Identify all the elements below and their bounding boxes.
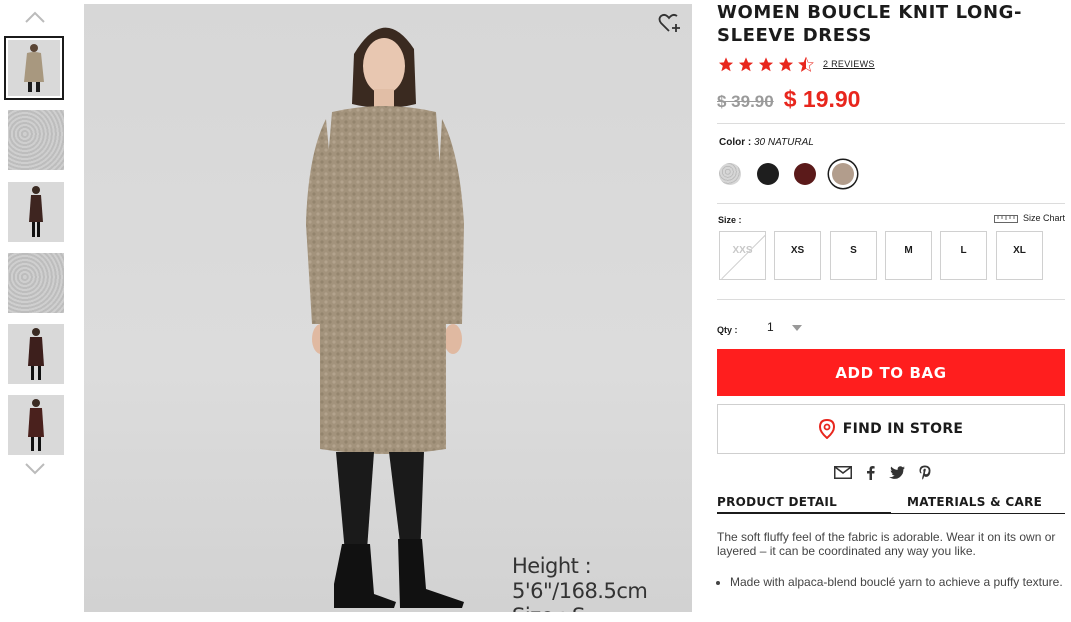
product-description: The soft fluffy feel of the fabric is ad… <box>717 530 1056 558</box>
email-share-icon[interactable] <box>834 466 852 484</box>
size-option-label: XL <box>1013 245 1026 256</box>
thumbnail-3[interactable] <box>8 182 64 242</box>
location-pin-icon <box>818 419 835 439</box>
list-item: Made with alpaca-blend bouclé yarn to ac… <box>730 575 1070 589</box>
rating-row: 2 REVIEWS <box>717 55 875 73</box>
model-size-text: Size : S <box>512 604 692 612</box>
product-info-panel: WOMEN BOUCLE KNIT LONG-SLEEVE DRESS 2 RE… <box>717 0 1065 589</box>
size-option-m[interactable]: M <box>885 231 932 280</box>
price-row: $ 39.90 $ 19.90 <box>717 86 860 113</box>
star-icon <box>738 56 754 71</box>
find-in-store-label: FIND IN STORE <box>842 421 964 437</box>
wishlist-heart-icon[interactable] <box>658 12 682 34</box>
add-to-bag-button[interactable]: ADD TO BAG <box>717 349 1065 396</box>
color-swatch-gray[interactable] <box>719 163 741 185</box>
half-star-icon <box>798 56 814 72</box>
size-option-xxs[interactable]: XXS <box>719 231 766 280</box>
star-icon <box>778 56 794 71</box>
size-option-s[interactable]: S <box>830 231 877 280</box>
color-swatch-natural[interactable] <box>832 163 854 185</box>
thumbnail-5[interactable] <box>8 324 64 384</box>
facebook-share-icon[interactable] <box>866 465 875 485</box>
pinterest-share-icon[interactable] <box>919 465 931 485</box>
main-product-image: Height : 5'6"/168.5cm Size : S <box>84 4 692 612</box>
size-option-label: L <box>960 245 967 256</box>
size-option-xs[interactable]: XS <box>774 231 821 280</box>
qty-dropdown-icon[interactable] <box>792 325 802 331</box>
chevron-down-icon[interactable] <box>24 462 46 476</box>
find-in-store-button[interactable]: FIND IN STORE <box>717 404 1065 454</box>
size-option-xl[interactable]: XL <box>996 231 1043 280</box>
selected-color-name: 30 NATURAL <box>754 137 814 148</box>
size-option-l[interactable]: L <box>940 231 987 280</box>
star-icon <box>758 56 774 71</box>
active-tab-indicator <box>717 512 891 514</box>
size-chart-label: Size Chart <box>1022 213 1065 223</box>
share-icons <box>834 465 945 485</box>
size-option-label: M <box>904 245 913 256</box>
size-option-label: XS <box>790 245 805 256</box>
ruler-icon <box>993 215 1018 223</box>
color-label: Color : 30 NATURAL <box>719 137 814 148</box>
chevron-up-icon[interactable] <box>24 10 46 24</box>
tab-product-detail[interactable]: PRODUCT DETAIL <box>717 495 837 509</box>
thumbnail-model-image <box>24 44 44 92</box>
size-label: Size : <box>718 215 742 225</box>
qty-label: Qty : <box>717 325 738 335</box>
thumbnail-2[interactable] <box>8 110 64 170</box>
thumbnail-1[interactable] <box>4 36 64 100</box>
color-swatch-wine[interactable] <box>794 163 816 185</box>
size-chart-link[interactable]: Size Chart <box>993 213 1065 223</box>
model-size-caption: Height : 5'6"/168.5cm Size : S <box>512 554 692 612</box>
size-option-label: S <box>850 245 857 256</box>
product-title: WOMEN BOUCLE KNIT LONG-SLEEVE DRESS <box>717 2 1023 46</box>
color-label-text: Color : <box>719 137 752 148</box>
qty-select[interactable]: 1 <box>767 320 774 334</box>
divider <box>717 203 1065 204</box>
divider <box>717 123 1065 124</box>
rating-stars <box>717 56 817 73</box>
tab-materials-care[interactable]: MATERIALS & CARE <box>907 495 1042 509</box>
model-height-text: Height : 5'6"/168.5cm <box>512 554 648 603</box>
original-price: $ 39.90 <box>717 92 774 111</box>
reviews-link[interactable]: 2 REVIEWS <box>823 59 875 69</box>
tab-underline <box>891 513 1065 514</box>
divider <box>717 299 1065 300</box>
star-icon <box>718 56 734 71</box>
detail-tabs: PRODUCT DETAIL MATERIALS & CARE <box>717 495 1065 515</box>
model-figure <box>306 27 464 608</box>
twitter-share-icon[interactable] <box>889 466 905 484</box>
thumbnail-4[interactable] <box>8 253 64 313</box>
sale-price: $ 19.90 <box>783 86 861 112</box>
thumbnail-6[interactable] <box>8 395 64 455</box>
product-feature-list: Made with alpaca-blend bouclé yarn to ac… <box>717 575 1070 589</box>
thumbnail-gallery <box>0 0 72 622</box>
color-swatch-black[interactable] <box>757 163 779 185</box>
